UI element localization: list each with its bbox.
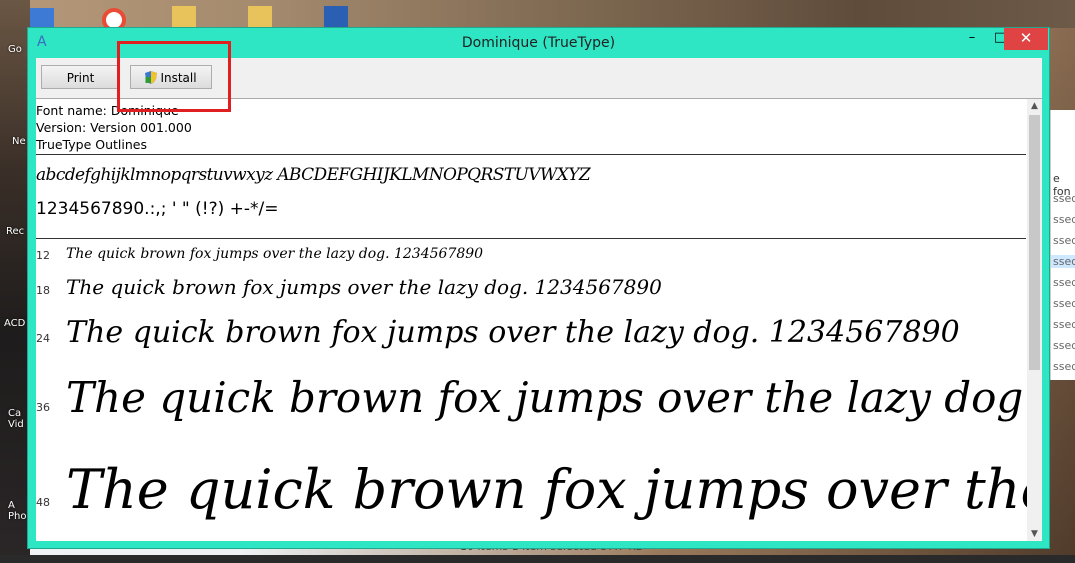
print-button-label: Print [66,71,95,85]
close-button[interactable]: ✕ [1004,28,1048,50]
scroll-down-arrow-icon[interactable]: ▼ [1027,527,1042,541]
background-list-item-selected: ssed [1051,255,1075,268]
background-list-item: ssed [1053,339,1075,352]
sample-text: The quick brown fox jumps over the lazy … [66,275,662,299]
sample-size-label: 12 [36,249,50,262]
sample-text: The quick brown fox jumps over the lazy … [66,458,1042,521]
scroll-up-arrow-icon[interactable]: ▲ [1027,99,1042,113]
background-list-item: ssed [1053,360,1075,373]
vertical-scrollbar[interactable]: ▲ ▼ [1027,99,1042,541]
background-list-item: ssed [1053,213,1075,226]
font-preview-area: Font name: Dominique Version: Version 00… [36,99,1042,541]
desktop-label: Go [8,44,22,55]
sample-size-label: 18 [36,284,50,297]
divider [36,154,1026,155]
sample-size-label: 48 [36,496,50,509]
sample-text: The quick brown fox jumps over the lazy … [66,373,1042,422]
desktop-wallpaper-top [0,0,1075,28]
charset-digits: 1234567890.:,; ' " (!?) +-*/= [36,199,279,219]
font-version-line: Version: Version 001.000 [36,120,192,135]
sample-text: The quick brown fox jumps over the lazy … [66,315,960,350]
background-list-item: ssed [1053,297,1075,310]
background-list-item: ssed [1053,192,1075,205]
background-list-item: ssed [1053,318,1075,331]
highlight-annotation-box [117,41,231,112]
sample-text: The quick brown fox jumps over the lazy … [66,246,484,262]
print-button[interactable]: Print [41,65,120,89]
font-outline-line: TrueType Outlines [36,137,147,152]
sample-size-label: 24 [36,332,50,345]
divider [36,238,1026,239]
desktop-wallpaper-left [0,0,30,563]
charset-letters: abcdefghijklmnopqrstuvwxyz ABCDEFGHIJKLM… [36,165,591,185]
background-list-item: ssed [1053,234,1075,247]
desktop-label: Rec [6,226,25,237]
background-explorer-window: e fon ssed ssed ssed ssed ssed ssed ssed… [1050,110,1075,380]
background-list-item: ssed [1053,276,1075,289]
scrollbar-thumb[interactable] [1029,115,1040,370]
taskbar [0,555,1075,563]
desktop-label: ACD [4,318,26,329]
sample-size-label: 36 [36,401,50,414]
desktop-label: Ne [12,136,26,147]
desktop-label: Ca Vid [8,408,24,430]
minimize-button[interactable]: – [958,28,986,50]
desktop-label: A Pho [8,500,27,522]
